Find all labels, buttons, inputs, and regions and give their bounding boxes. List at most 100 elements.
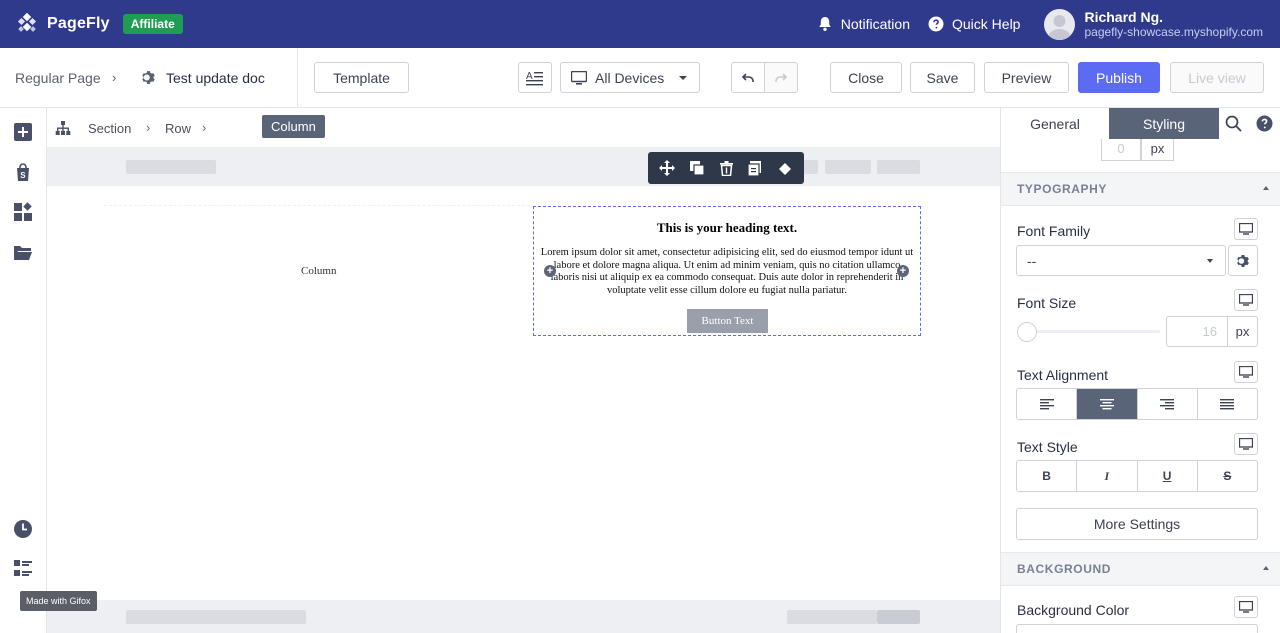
align-center-button[interactable] — [1077, 389, 1138, 419]
text-style-group: B I U S — [1016, 460, 1258, 492]
placeholder-bar — [877, 610, 920, 624]
redo-button[interactable] — [764, 62, 798, 93]
selected-column[interactable]: This is your heading text. Lorem ipsum d… — [533, 206, 921, 336]
editor-canvas[interactable]: Column This is your heading text. Lorem … — [47, 148, 1000, 633]
user-menu[interactable]: Richard Ng. pagefly-showcase.myshopify.c… — [1044, 8, 1263, 40]
text-editor-button[interactable]: A — [518, 62, 552, 93]
save-snippet-icon[interactable] — [747, 160, 762, 176]
shopify-bag-icon[interactable]: S — [13, 162, 33, 182]
placeholder-bar — [787, 610, 877, 624]
undo-button[interactable] — [731, 62, 765, 93]
text-lines-icon: A — [526, 71, 543, 85]
more-settings-button[interactable]: More Settings — [1016, 508, 1258, 540]
template-button[interactable]: Template — [314, 62, 409, 93]
device-select[interactable]: All Devices — [560, 62, 700, 93]
sitemap-icon[interactable] — [55, 120, 71, 136]
add-element-icon[interactable] — [13, 122, 33, 142]
caret-up-icon — [1263, 186, 1269, 190]
breadcrumb-row[interactable]: Row — [165, 121, 191, 136]
font-size-unit[interactable]: px — [1227, 316, 1258, 347]
page-type-link[interactable]: Regular Page — [15, 70, 101, 86]
document-name[interactable]: Test update doc — [166, 70, 265, 86]
apps-grid-icon[interactable] — [13, 202, 33, 222]
duplicate-icon[interactable] — [690, 160, 705, 176]
editor-toolbar: Regular Page › Test update doc Template … — [0, 48, 1280, 108]
font-size-label: Font Size — [1017, 295, 1077, 311]
font-family-label: Font Family — [1017, 223, 1091, 239]
underline-button[interactable]: U — [1138, 461, 1198, 491]
placeholder-bar — [825, 160, 871, 174]
font-size-device-button[interactable] — [1234, 289, 1258, 311]
move-arrows-icon[interactable] — [659, 160, 676, 176]
align-right-button[interactable] — [1138, 389, 1198, 419]
breadcrumb-column[interactable]: Column — [262, 115, 325, 138]
text-style-label: Text Style — [1017, 439, 1078, 455]
top-bar: PageFly Affiliate Notification Quick Hel… — [0, 0, 1280, 48]
align-justify-icon — [1220, 398, 1235, 409]
typography-section-header[interactable]: TYPOGRAPHY — [1001, 172, 1280, 206]
font-family-select[interactable]: -- — [1016, 245, 1226, 276]
align-left-button[interactable] — [1017, 389, 1078, 419]
affiliate-badge[interactable]: Affiliate — [122, 14, 183, 34]
close-button[interactable]: Close — [830, 62, 902, 93]
placeholder-bar — [126, 160, 216, 174]
pagefly-logo-icon — [17, 13, 37, 32]
caret-down-icon — [1207, 259, 1213, 263]
undo-icon — [742, 72, 754, 82]
folder-open-icon[interactable] — [13, 242, 33, 262]
font-size-slider-knob[interactable] — [1017, 322, 1037, 342]
align-center-icon — [1099, 398, 1114, 409]
background-section-header[interactable]: BACKGROUND — [1001, 552, 1280, 586]
outline-list-icon[interactable] — [13, 558, 33, 578]
live-view-button[interactable]: Live view — [1170, 62, 1264, 93]
text-alignment-device-button[interactable] — [1234, 361, 1258, 383]
monitor-icon — [1239, 438, 1253, 450]
tab-styling[interactable]: Styling — [1109, 108, 1219, 139]
spacing-unit-label[interactable]: px — [1141, 139, 1174, 161]
background-color-device-button[interactable] — [1234, 596, 1258, 618]
tab-general[interactable]: General — [1001, 108, 1109, 139]
watermark-text: Made with Gifox — [26, 596, 91, 606]
caret-up-icon — [1263, 566, 1269, 570]
quick-help-link[interactable]: Quick Help — [928, 16, 1020, 32]
publish-button[interactable]: Publish — [1078, 62, 1160, 93]
strikethrough-button[interactable]: S — [1198, 461, 1257, 491]
settings-panel: General Styling 0 px TYPOGRAPHY Font Fam… — [1000, 108, 1280, 633]
help-circle-icon[interactable] — [1256, 115, 1273, 132]
text-style-device-button[interactable] — [1234, 433, 1258, 455]
add-left-plus-icon[interactable]: + — [544, 265, 556, 277]
align-justify-button[interactable] — [1198, 389, 1257, 419]
avatar — [1044, 8, 1076, 40]
svg-text:S: S — [20, 171, 26, 180]
gear-icon[interactable] — [140, 69, 157, 86]
italic-button[interactable]: I — [1077, 461, 1138, 491]
search-icon[interactable] — [1225, 115, 1242, 132]
spacing-value-input[interactable]: 0 — [1101, 139, 1141, 161]
font-family-value: -- — [1027, 253, 1037, 269]
font-size-slider-track[interactable] — [1026, 330, 1160, 333]
save-button[interactable]: Save — [910, 62, 975, 93]
device-select-label: All Devices — [595, 69, 665, 86]
placeholder-bar — [126, 610, 306, 624]
background-color-input[interactable] — [1016, 624, 1258, 633]
paragraph-text[interactable]: Lorem ipsum dolor sit amet, consectetur … — [540, 247, 914, 297]
brand-logo[interactable]: PageFly — [16, 13, 110, 35]
background-color-label: Background Color — [1017, 602, 1130, 618]
clock-icon[interactable] — [13, 519, 33, 539]
paint-bucket-icon[interactable] — [776, 161, 793, 176]
font-family-device-button[interactable] — [1234, 218, 1258, 240]
add-right-plus-icon[interactable]: + — [897, 265, 909, 277]
bottom-section-strip — [47, 600, 1000, 633]
trash-icon[interactable] — [719, 160, 733, 176]
demo-button[interactable]: Button Text — [687, 309, 768, 333]
font-size-input[interactable]: 16 — [1166, 316, 1228, 347]
font-settings-button[interactable] — [1228, 245, 1258, 276]
heading-text[interactable]: This is your heading text. — [534, 220, 920, 236]
bold-button[interactable]: B — [1017, 461, 1078, 491]
preview-button[interactable]: Preview — [984, 62, 1069, 93]
section-strip — [47, 148, 1000, 186]
notification-link[interactable]: Notification — [817, 16, 910, 32]
background-title: BACKGROUND — [1017, 562, 1111, 576]
breadcrumb-section[interactable]: Section — [88, 121, 131, 136]
chevron-right-icon: › — [146, 120, 151, 135]
